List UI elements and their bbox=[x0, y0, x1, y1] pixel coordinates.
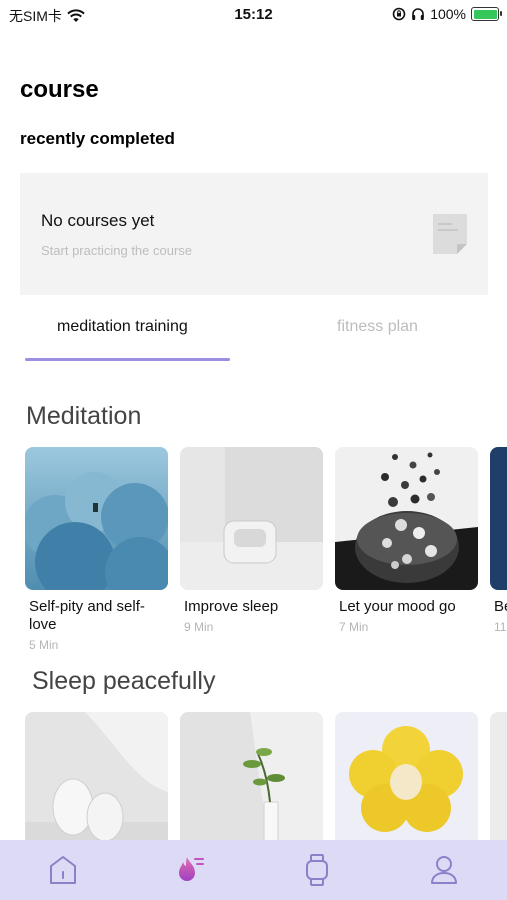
course-card[interactable]: Be 11 bbox=[490, 447, 507, 634]
empty-state-subtitle: Start practicing the course bbox=[41, 243, 193, 258]
course-duration: 7 Min bbox=[339, 620, 369, 634]
course-card[interactable]: Self-pity and self-love 5 Min bbox=[25, 447, 168, 652]
home-icon bbox=[50, 856, 76, 884]
watch-icon bbox=[306, 854, 328, 886]
course-thumbnail bbox=[25, 712, 168, 840]
course-card[interactable] bbox=[490, 712, 507, 840]
recently-completed-card: No courses yet Start practicing the cour… bbox=[20, 173, 488, 295]
course-duration: 9 Min bbox=[184, 620, 214, 634]
course-card[interactable] bbox=[335, 712, 478, 840]
battery-charging-icon bbox=[471, 7, 502, 21]
course-card[interactable]: Improve sleep 9 Min bbox=[180, 447, 323, 634]
active-tab-indicator bbox=[25, 358, 230, 361]
course-tabs: meditation training fitness plan bbox=[25, 318, 485, 362]
course-duration: 5 Min bbox=[29, 638, 59, 652]
course-thumbnail bbox=[335, 712, 478, 840]
course-title: Be bbox=[494, 598, 507, 615]
course-thumbnail bbox=[180, 712, 323, 840]
meditation-course-list[interactable]: Self-pity and self-love 5 Min Improve sl… bbox=[25, 447, 507, 667]
orientation-lock-icon bbox=[392, 7, 406, 21]
sleep-section-title: Sleep peacefully bbox=[32, 667, 216, 695]
recently-completed-label: recently completed bbox=[20, 129, 175, 148]
course-thumbnail bbox=[25, 447, 168, 590]
course-thumbnail bbox=[335, 447, 478, 590]
nav-course[interactable] bbox=[127, 840, 253, 900]
bottom-nav bbox=[0, 840, 507, 900]
course-card[interactable]: Let your mood go 7 Min bbox=[335, 447, 478, 634]
course-title: Self-pity and self-love bbox=[29, 598, 145, 633]
tab-fitness-plan[interactable]: fitness plan bbox=[337, 318, 418, 336]
course-thumbnail bbox=[180, 447, 323, 590]
status-bar: 无SIM卡 15:12 100% bbox=[0, 0, 507, 30]
nav-home[interactable] bbox=[0, 840, 126, 900]
course-card[interactable] bbox=[25, 712, 168, 840]
document-icon bbox=[433, 214, 467, 254]
fire-icon bbox=[179, 857, 204, 881]
sleep-course-list[interactable] bbox=[25, 712, 507, 840]
course-title: Improve sleep bbox=[184, 598, 279, 615]
course-thumbnail bbox=[490, 447, 507, 590]
page-title: course bbox=[20, 76, 99, 103]
tab-meditation-training[interactable]: meditation training bbox=[57, 318, 188, 336]
status-right: 100% bbox=[392, 6, 502, 22]
empty-state-title: No courses yet bbox=[41, 211, 155, 230]
course-title: Let your mood go bbox=[339, 598, 456, 615]
meditation-section-title: Meditation bbox=[26, 402, 142, 430]
nav-watch[interactable] bbox=[254, 840, 380, 900]
nav-profile[interactable] bbox=[381, 840, 507, 900]
profile-icon bbox=[431, 856, 457, 884]
course-thumbnail bbox=[490, 712, 507, 840]
course-duration: 11 bbox=[494, 620, 507, 634]
battery-percent: 100% bbox=[430, 6, 466, 22]
headphones-icon bbox=[412, 8, 424, 20]
course-card[interactable] bbox=[180, 712, 323, 840]
